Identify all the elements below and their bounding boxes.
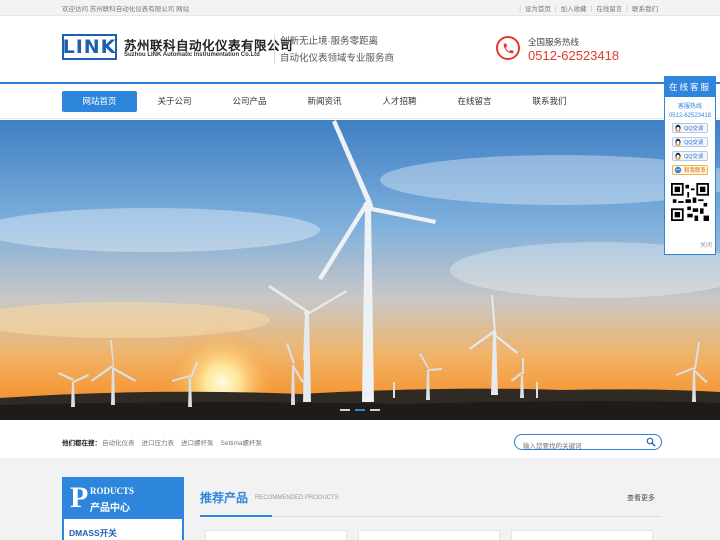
- wangwang-chat-button[interactable]: 和我联系: [672, 165, 708, 175]
- products-letter: P: [70, 481, 89, 514]
- product-card[interactable]: [511, 530, 653, 540]
- welcome-text: 欢迎访问 苏州联科自动化仪表有限公司 网站: [62, 6, 190, 13]
- penguin-icon: [675, 124, 681, 132]
- qq-chat-button-2[interactable]: QQ交谈: [672, 137, 708, 147]
- nav-item-news[interactable]: 新闻资讯: [287, 91, 362, 112]
- hot-search-links: 自动化仪表 进口压力表 进口螺杆泵 Settima螺杆泵: [102, 437, 262, 447]
- search-box: [514, 434, 662, 454]
- search-input[interactable]: [523, 439, 643, 454]
- hot-link-screw-pump[interactable]: 进口螺杆泵: [181, 437, 214, 447]
- recommended-title: 推荐产品: [200, 491, 249, 505]
- set-homepage-link[interactable]: 设为首页: [525, 3, 551, 13]
- slogan-line-1: 创新无止境·服务零距离: [280, 36, 379, 47]
- top-links: | 设为首页 | 加入收藏 | 在线留言 | 联系我们: [519, 3, 658, 14]
- banner-dot-3[interactable]: [370, 409, 380, 411]
- service-panel-title: 在线客服: [665, 77, 715, 97]
- main-nav: 网站首页 关于公司 公司产品 新闻资讯 人才招聘 在线留言 联系我们: [62, 84, 658, 119]
- nav-item-about[interactable]: 关于公司: [137, 91, 212, 112]
- search-strip: 他们都在搜： 自动化仪表 进口压力表 进口螺杆泵 Settima螺杆泵: [0, 420, 720, 458]
- search-icon[interactable]: [646, 437, 656, 447]
- phone-icon: [496, 36, 520, 60]
- content-area: P RODUCTS 产品中心 DMASS开关 推荐产品 RECOMMENDED …: [0, 458, 720, 540]
- nav-item-products[interactable]: 公司产品: [212, 91, 287, 112]
- penguin-icon: [675, 152, 681, 160]
- online-service-panel: 在线客服 客服热线 0512-62523418 QQ交谈 QQ交谈 QQ交谈 和…: [664, 76, 716, 255]
- hot-link-pressure-gauge[interactable]: 进口压力表: [142, 437, 175, 447]
- main-nav-bar: 网站首页 关于公司 公司产品 新闻资讯 人才招聘 在线留言 联系我们: [0, 82, 720, 119]
- product-category-list: DMASS开关: [62, 519, 184, 540]
- wangwang-icon: [674, 166, 682, 174]
- penguin-icon: [675, 138, 681, 146]
- products-title-cn: 产品中心: [90, 503, 130, 514]
- service-hotline-number: 0512-62523418: [668, 113, 712, 119]
- products-heading: P RODUCTS 产品中心: [62, 477, 184, 519]
- nav-item-message[interactable]: 在线留言: [437, 91, 512, 112]
- recommended-underline: [200, 515, 272, 517]
- product-category-item[interactable]: DMASS开关: [69, 527, 117, 539]
- product-card[interactable]: [205, 530, 347, 540]
- contact-us-link[interactable]: 联系我们: [632, 3, 658, 13]
- qq-chat-button-1[interactable]: QQ交谈: [672, 123, 708, 133]
- hotline-label: 全国服务热线: [528, 37, 580, 47]
- nav-item-home[interactable]: 网站首页: [62, 91, 137, 112]
- products-title-en: RODUCTS: [90, 486, 135, 496]
- company-logo[interactable]: LINK: [62, 34, 117, 60]
- hot-link-automation-instruments[interactable]: 自动化仪表: [102, 437, 135, 447]
- banner-dot-1[interactable]: [340, 409, 350, 411]
- slogan-line-2: 自动化仪表领域专业服务商: [280, 53, 395, 64]
- view-more-link[interactable]: 查看更多: [627, 493, 655, 503]
- recommended-title-en: RECOMMENDED PRODUCTS: [255, 495, 339, 501]
- qr-code-icon: [671, 183, 709, 221]
- company-name-en: Suzhou LINK Automatic Instrumentation Co…: [124, 52, 260, 58]
- hot-search-label: 他们都在搜：: [62, 440, 101, 447]
- close-service-panel-button[interactable]: 关闭: [700, 240, 712, 249]
- hot-link-settima-pump[interactable]: Settima螺杆泵: [221, 437, 263, 447]
- qq-chat-button-3[interactable]: QQ交谈: [672, 151, 708, 161]
- service-hotline-label: 客服热线: [677, 104, 702, 110]
- add-favorite-link[interactable]: 加入收藏: [561, 3, 587, 13]
- recommended-divider: [272, 516, 662, 517]
- nav-item-careers[interactable]: 人才招聘: [362, 91, 437, 112]
- top-bar: 欢迎访问 苏州联科自动化仪表有限公司 网站 | 设为首页 | 加入收藏 | 在线…: [0, 0, 720, 16]
- banner-dot-2[interactable]: [355, 409, 365, 411]
- nav-item-contact[interactable]: 联系我们: [512, 91, 587, 112]
- hotline-number: 0512-62523418: [528, 48, 620, 63]
- site-header: LINK 苏州联科自动化仪表有限公司 Suzhou LINK Automatic…: [0, 16, 720, 82]
- hero-banner[interactable]: [0, 120, 720, 420]
- header-divider: [274, 34, 275, 64]
- product-card[interactable]: [358, 530, 500, 540]
- banner-pagination: [340, 409, 380, 411]
- wind-turbine-sunset-image: [0, 120, 720, 420]
- online-message-link[interactable]: 在线留言: [596, 3, 622, 13]
